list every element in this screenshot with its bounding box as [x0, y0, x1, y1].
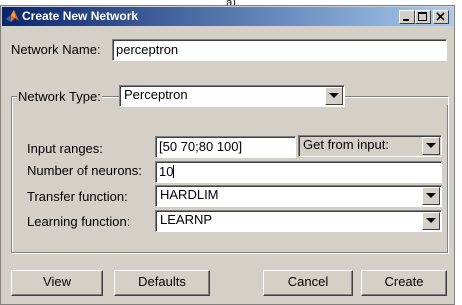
- input-ranges-input[interactable]: [50 70;80 100]: [155, 136, 296, 158]
- network-name-label: Network Name:: [11, 42, 101, 57]
- defaults-button[interactable]: Defaults: [114, 270, 210, 296]
- dropdown-arrow-button[interactable]: [422, 187, 440, 205]
- learning-function-value: LEARNP: [160, 212, 213, 227]
- dialog-window: Create New Network Network Name: percept…: [0, 5, 455, 305]
- network-type-value: Perceptron: [124, 87, 188, 102]
- chevron-down-icon: [426, 143, 436, 148]
- learning-function-label: Learning function:: [27, 214, 131, 229]
- chevron-down-icon: [426, 193, 436, 198]
- network-name-input[interactable]: perceptron: [112, 39, 447, 61]
- matlab-logo-icon: [5, 9, 20, 24]
- minimize-icon: [403, 19, 409, 21]
- transfer-function-dropdown[interactable]: HARDLIM: [155, 185, 442, 207]
- chevron-down-icon: [426, 218, 436, 223]
- network-type-label: Network Type:: [17, 89, 102, 105]
- title-bar: Create New Network: [2, 7, 453, 26]
- dropdown-arrow-button[interactable]: [325, 87, 343, 105]
- network-type-dropdown[interactable]: Perceptron: [119, 85, 345, 107]
- num-neurons-value: 10: [159, 164, 174, 179]
- learning-function-dropdown[interactable]: LEARNP: [155, 210, 442, 232]
- minimize-button[interactable]: [399, 10, 415, 24]
- dropdown-arrow-button[interactable]: [422, 212, 440, 230]
- input-ranges-label: Input ranges:: [27, 141, 103, 156]
- input-ranges-source-dropdown[interactable]: Get from input:: [298, 135, 442, 157]
- chevron-down-icon: [329, 93, 339, 98]
- input-ranges-source-value: Get from input:: [303, 137, 389, 152]
- num-neurons-input[interactable]: 10: [155, 161, 442, 183]
- create-button[interactable]: Create: [361, 270, 447, 296]
- num-neurons-label: Number of neurons:: [27, 163, 142, 178]
- maximize-button[interactable]: [415, 10, 431, 24]
- close-button[interactable]: [433, 10, 449, 24]
- maximize-icon: [418, 12, 427, 21]
- dropdown-arrow-button[interactable]: [422, 137, 440, 155]
- group-top-border: [346, 96, 448, 97]
- close-icon: [436, 12, 445, 21]
- group-label-gap: [346, 89, 448, 105]
- transfer-function-label: Transfer function:: [27, 189, 128, 204]
- view-button[interactable]: View: [11, 270, 103, 296]
- cancel-button[interactable]: Cancel: [263, 270, 353, 296]
- transfer-function-value: HARDLIM: [160, 187, 219, 202]
- text-cursor: [173, 165, 175, 178]
- window-title: Create New Network: [22, 9, 139, 23]
